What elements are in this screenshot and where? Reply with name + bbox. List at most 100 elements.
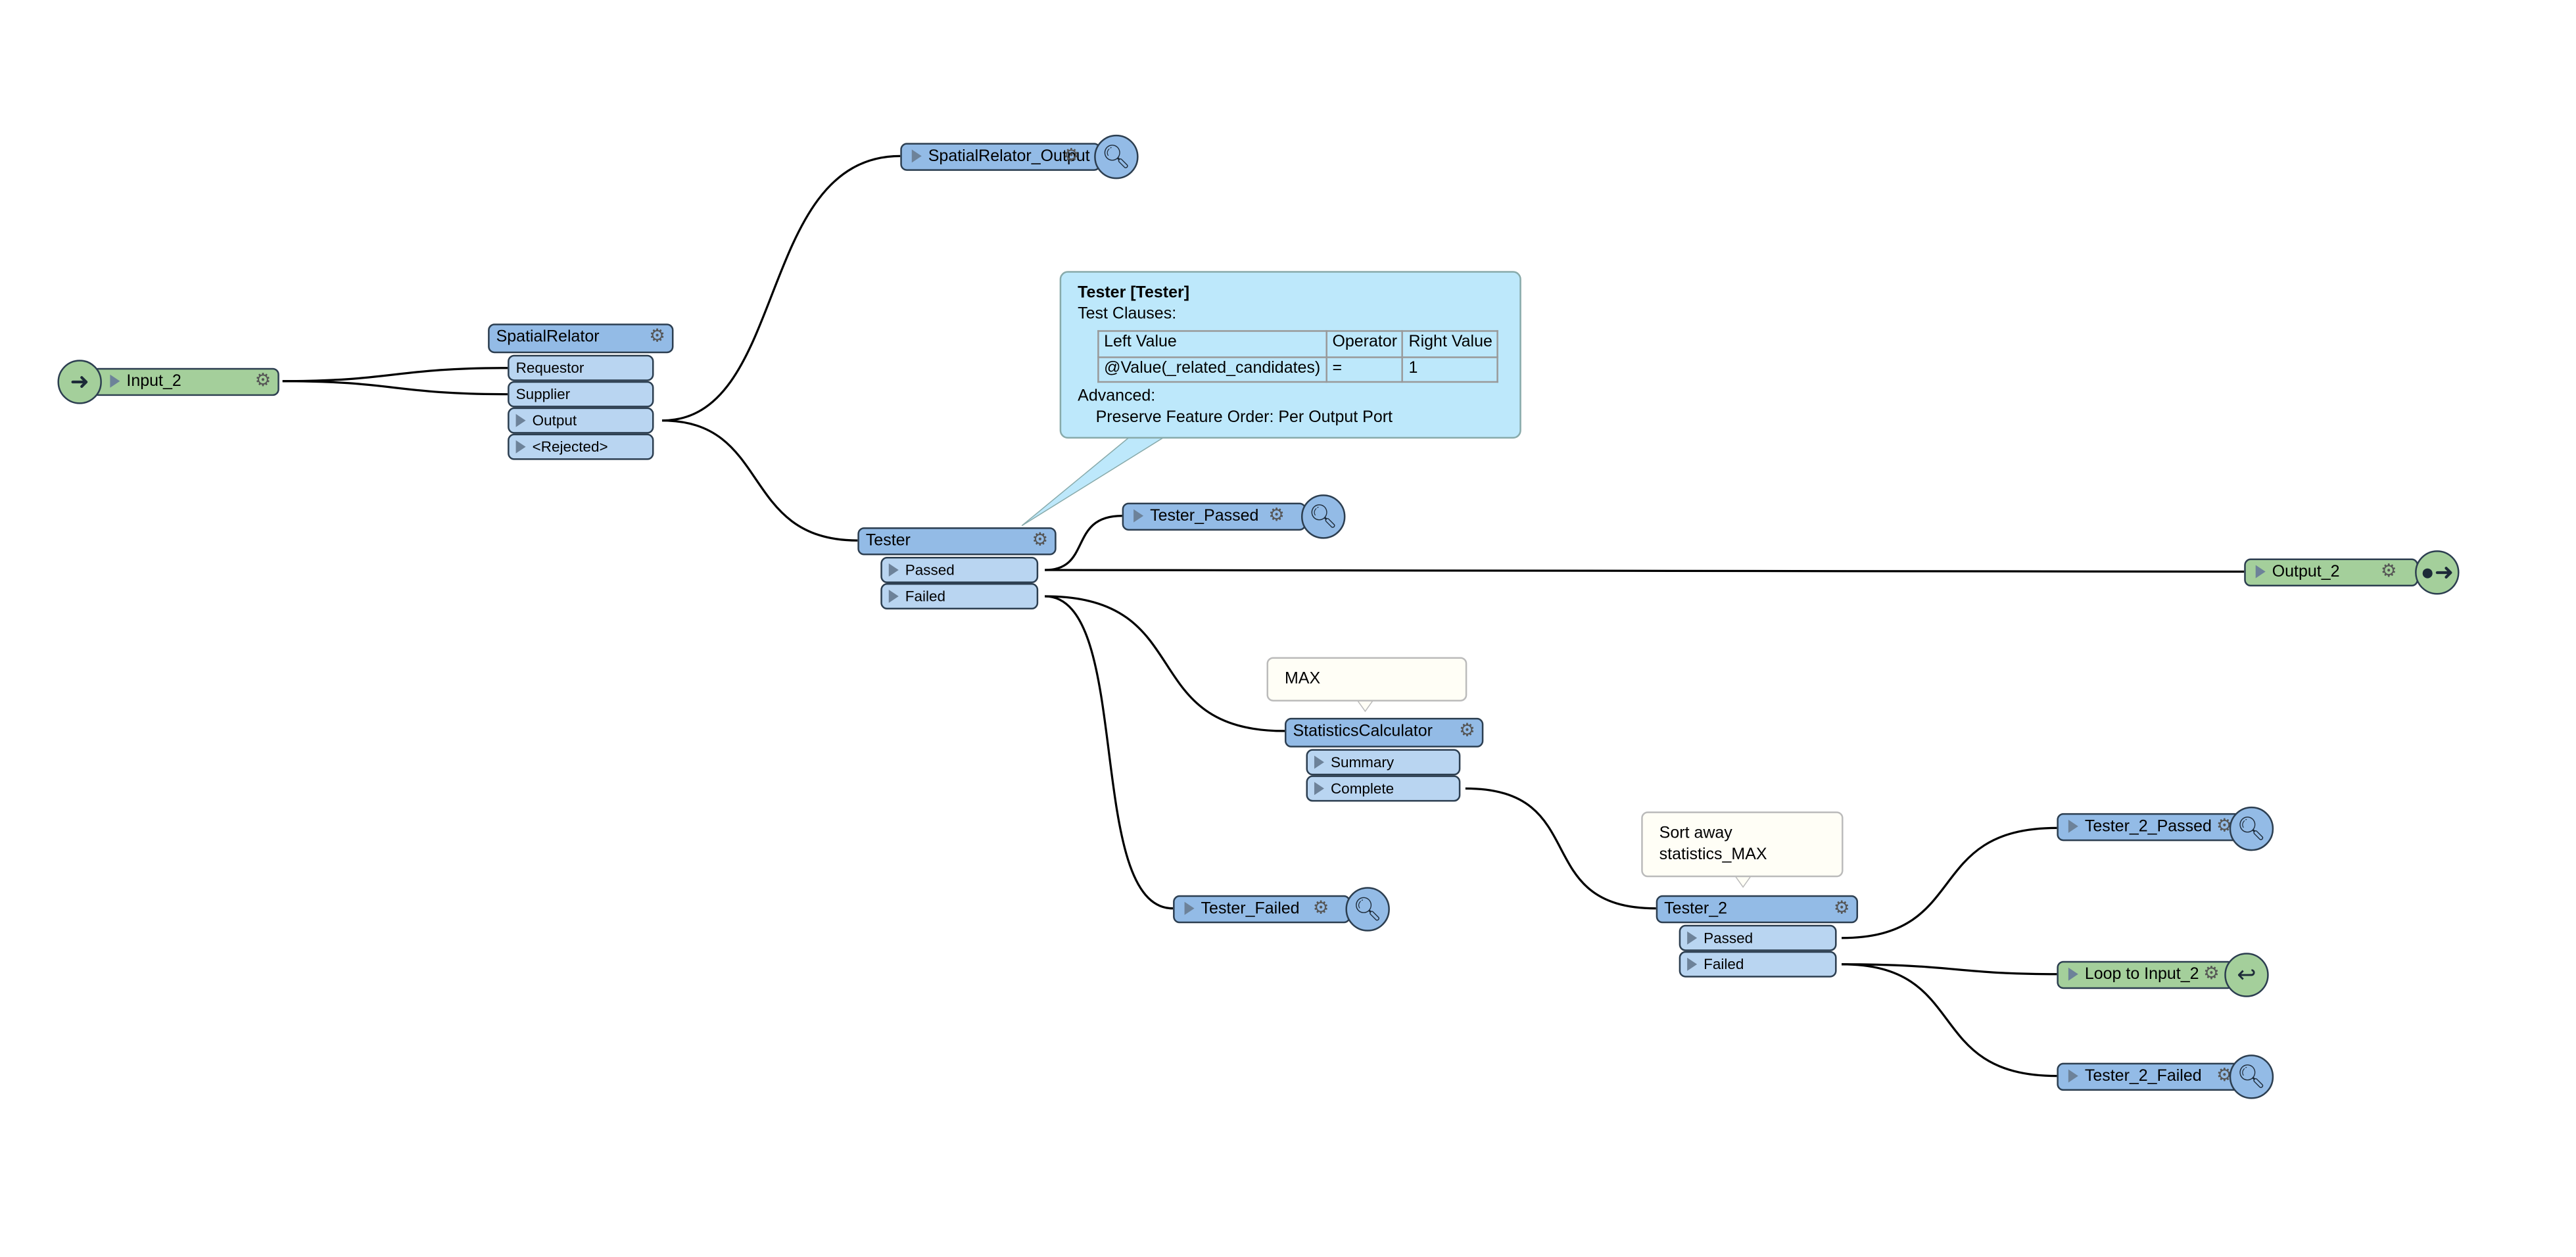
connection-failed-stats[interactable] xyxy=(1045,595,1285,732)
expand-icon xyxy=(2255,565,2266,579)
expand-icon xyxy=(1314,782,1324,795)
node-label: StatisticsCalculator xyxy=(1293,723,1433,741)
gear-icon[interactable]: ⚙ xyxy=(1313,899,1329,920)
node-label: MAX xyxy=(1284,670,1321,688)
connection-output-sroutput[interactable] xyxy=(661,154,901,422)
tooltip-advanced-value: Preserve Feature Order: Per Output Port xyxy=(1095,408,1393,427)
connection-t2failed-loop[interactable] xyxy=(1842,963,2057,976)
annotation-max[interactable]: MAX xyxy=(1266,657,1467,701)
transformer-tester[interactable]: Tester ⚙ xyxy=(857,527,1057,556)
gear-icon[interactable]: ⚙ xyxy=(255,371,272,392)
output-port-summary[interactable]: Summary xyxy=(1306,749,1461,776)
node-label: Tester_Passed xyxy=(1150,508,1259,526)
node-label: Supplier xyxy=(515,386,571,403)
note-pointer xyxy=(1734,875,1753,888)
tooltip-clauses-label: Test Clauses: xyxy=(1078,304,1177,323)
reader-input-2[interactable]: Input_2 ⚙ xyxy=(91,368,279,396)
connection-input-requestor[interactable] xyxy=(282,367,508,383)
node-label: Tester_2 xyxy=(1664,900,1728,918)
expand-icon xyxy=(1314,755,1324,769)
connection-passed-testerpassed[interactable] xyxy=(1045,514,1122,571)
output-port-passed[interactable]: Passed xyxy=(1679,924,1837,951)
node-label: Requestor xyxy=(515,360,584,377)
tooltip-advanced-label: Advanced: xyxy=(1078,387,1156,406)
loop-icon: ↩ xyxy=(2224,953,2269,997)
node-label: Tester_2_Failed xyxy=(2084,1068,2202,1086)
magnifier-icon: 🔍︎ xyxy=(2229,1055,2274,1099)
inspector-spatialrelator-output[interactable]: SpatialRelator_Output ⚙ xyxy=(900,143,1101,171)
expand-icon[interactable] xyxy=(110,374,120,388)
gear-icon[interactable]: ⚙ xyxy=(1063,146,1080,167)
test-clauses-table: Left Value Operator Right Value @Value(_re… xyxy=(1097,330,1499,383)
node-label: Failed xyxy=(1704,956,1744,973)
table-cell: @Value(_related_candidates) xyxy=(1097,356,1327,383)
node-label: statistics_MAX xyxy=(1659,845,1767,865)
expand-icon xyxy=(1184,901,1195,915)
transformer-tester-2[interactable]: Tester_2 ⚙ xyxy=(1656,895,1859,924)
table-cell: Right Value xyxy=(1402,330,1499,358)
magnifier-icon: 🔍︎ xyxy=(1300,494,1346,539)
node-label: Input_2 xyxy=(126,373,181,391)
node-label: Passed xyxy=(1704,930,1753,947)
magnifier-icon: 🔍︎ xyxy=(1345,887,1390,932)
expand-icon xyxy=(911,149,922,163)
inspector-tester-failed[interactable]: Tester_Failed ⚙ xyxy=(1173,895,1350,924)
expand-icon xyxy=(1687,957,1698,971)
gear-icon[interactable]: ⚙ xyxy=(1032,531,1048,552)
connection-failed-testerfailed[interactable] xyxy=(1045,595,1174,910)
connection-passed-output2[interactable] xyxy=(1045,569,2245,573)
node-label: Passed xyxy=(905,561,955,579)
magnifier-icon: 🔍︎ xyxy=(2229,806,2274,851)
writer-output-icon: ●➜ xyxy=(2415,550,2460,595)
connection-complete-tester2[interactable] xyxy=(1465,787,1656,910)
table-cell: Operator xyxy=(1325,330,1404,358)
output-port-failed[interactable]: Failed xyxy=(880,583,1039,610)
magnifier-icon: 🔍︎ xyxy=(1094,134,1139,179)
gear-icon[interactable]: ⚙ xyxy=(649,327,665,348)
connection-output-tester[interactable] xyxy=(661,419,858,542)
node-label: Left Value Operator Right Value xyxy=(1097,330,1499,358)
gear-icon[interactable]: ⚙ xyxy=(1834,899,1850,920)
inspector-tester-2-failed[interactable]: Tester_2_Failed ⚙ xyxy=(2057,1062,2254,1091)
output-port-failed[interactable]: Failed xyxy=(1679,951,1837,978)
input-port-supplier[interactable]: Supplier xyxy=(508,381,654,408)
gear-icon[interactable]: ⚙ xyxy=(2381,562,2397,583)
expand-icon xyxy=(888,563,899,577)
note-pointer xyxy=(1356,699,1375,713)
table-cell: = xyxy=(1325,356,1404,383)
annotation-sort-away[interactable]: Sort away statistics_MAX xyxy=(1641,811,1844,878)
node-label: <Rejected> xyxy=(532,439,608,456)
node-label: Tester_2_Passed xyxy=(2084,818,2212,836)
loop-to-input-2[interactable]: Loop to Input_2 ⚙ xyxy=(2057,961,2235,989)
expand-icon xyxy=(515,440,526,454)
transformer-statisticscalculator[interactable]: StatisticsCalculator ⚙ xyxy=(1284,717,1484,747)
writer-output-2[interactable]: Output_2 ⚙ xyxy=(2244,558,2419,587)
output-port-passed[interactable]: Passed xyxy=(880,557,1039,584)
node-label: Failed xyxy=(905,588,946,605)
inspector-tester-passed[interactable]: Tester_Passed ⚙ xyxy=(1122,502,1306,531)
gear-icon[interactable]: ⚙ xyxy=(1268,506,1285,527)
transformer-spatialrelator[interactable]: SpatialRelator ⚙ xyxy=(488,323,674,354)
workspace-canvas[interactable]: Input_2 ⚙ ➜ SpatialRelator ⚙ Requestor Su… xyxy=(0,0,2576,1257)
connection-t2passed-passed[interactable] xyxy=(1842,826,2057,939)
output-port-rejected[interactable]: <Rejected> xyxy=(508,433,654,460)
node-label: Tester xyxy=(865,532,911,551)
table-cell: Left Value xyxy=(1097,330,1327,358)
expand-icon xyxy=(2068,1069,2078,1083)
connection-t2failed-failed[interactable] xyxy=(1842,963,2057,1078)
node-label: Summary xyxy=(1330,753,1395,771)
connection-input-supplier[interactable] xyxy=(282,380,508,396)
node-label: Left Value Operator Right Value @Value(_re… xyxy=(1097,330,1499,383)
node-label: SpatialRelator xyxy=(496,328,600,347)
gear-icon[interactable]: ⚙ xyxy=(2203,964,2220,985)
table-cell: 1 xyxy=(1402,356,1499,383)
inspector-tester-2-passed[interactable]: Tester_2_Passed ⚙ xyxy=(2057,813,2254,842)
output-port-complete[interactable]: Complete xyxy=(1306,775,1461,802)
node-label: Tester_Failed xyxy=(1201,900,1300,918)
node-label: Output_2 xyxy=(2272,563,2340,582)
expand-icon xyxy=(1133,509,1144,523)
input-port-requestor[interactable]: Requestor xyxy=(508,354,654,381)
tooltip-title: Tester [Tester] xyxy=(1078,284,1190,302)
output-port-output[interactable]: Output xyxy=(508,407,654,434)
gear-icon[interactable]: ⚙ xyxy=(1459,721,1475,742)
